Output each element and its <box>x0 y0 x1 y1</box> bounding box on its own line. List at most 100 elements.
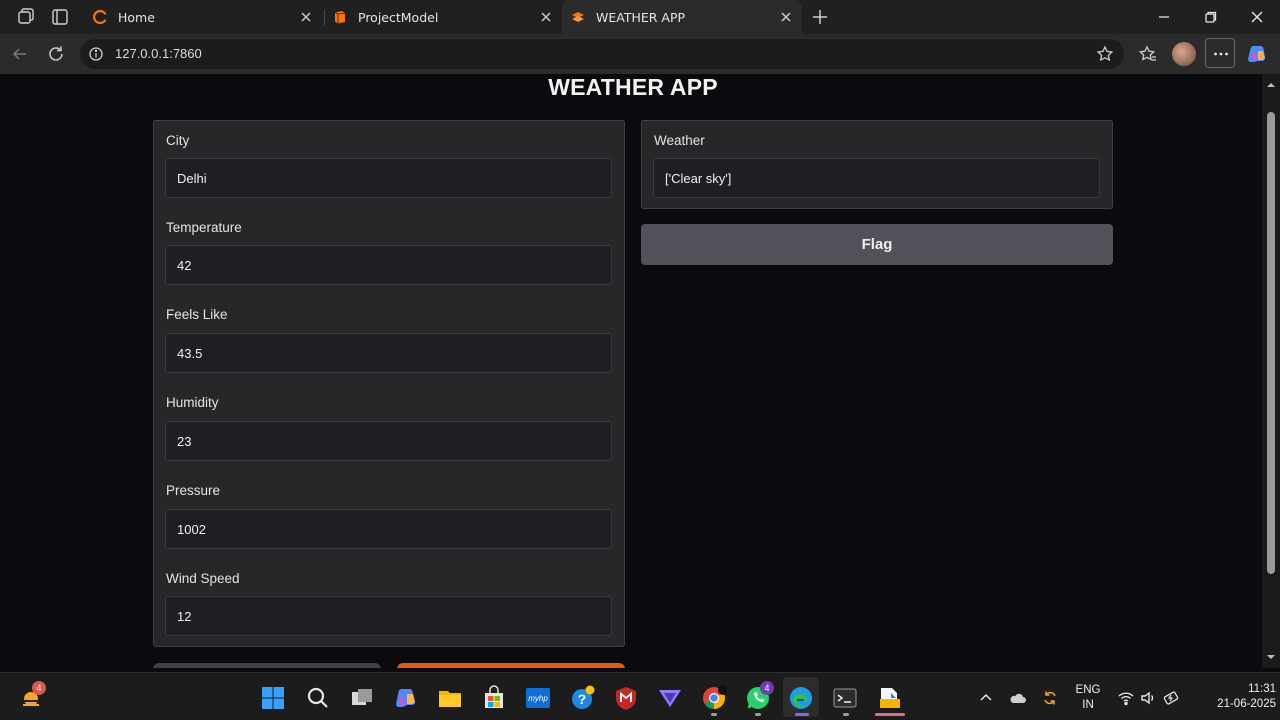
language-indicator[interactable]: ENG IN <box>1070 683 1106 713</box>
scroll-thumb[interactable] <box>1267 112 1275 574</box>
hp-app-icon[interactable]: myhp <box>525 685 551 711</box>
city-label: City <box>166 133 190 148</box>
humidity-value: 23 <box>177 434 192 449</box>
help-icon[interactable]: ? <box>569 685 595 711</box>
tab-home[interactable]: Home <box>86 2 322 32</box>
vertical-tabs-icon[interactable] <box>50 7 70 27</box>
close-window-icon[interactable] <box>1248 8 1266 26</box>
tab-title: WEATHER APP <box>596 9 686 25</box>
profile-avatar[interactable] <box>1172 42 1196 66</box>
weather-label: Weather <box>654 133 705 148</box>
region-code: IN <box>1082 699 1094 711</box>
running-indicator <box>843 713 849 716</box>
tab-weather-app[interactable]: WEATHER APP <box>562 0 802 34</box>
temperature-label: Temperature <box>166 220 242 235</box>
inputs-panel: City Delhi Temperature 42 Feels Like 43.… <box>153 120 625 647</box>
tab-title: ProjectModel <box>358 9 439 25</box>
minimize-icon[interactable] <box>1155 8 1173 26</box>
back-arrow-icon[interactable] <box>10 44 30 64</box>
browser-toolbar: 127.0.0.1:7860 <box>0 34 1280 74</box>
chrome-icon[interactable] <box>701 685 727 711</box>
weather-value: ['Clear sky'] <box>665 171 732 186</box>
city-input[interactable]: Delhi <box>165 158 612 198</box>
site-info-icon[interactable] <box>88 46 104 62</box>
active-indicator <box>795 713 809 716</box>
scroll-up-icon[interactable] <box>1266 80 1276 90</box>
task-view-icon[interactable] <box>349 685 375 711</box>
humidity-input[interactable]: 23 <box>165 421 612 461</box>
language-code: ENG <box>1075 684 1101 696</box>
weather-output[interactable]: ['Clear sky'] <box>653 158 1100 198</box>
wind-speed-label: Wind Speed <box>166 571 240 586</box>
feels-like-label: Feels Like <box>166 307 228 322</box>
battery-charging-icon[interactable] <box>1163 689 1181 707</box>
file-explorer-icon[interactable] <box>437 685 463 711</box>
active-indicator <box>875 713 905 716</box>
edge-icon[interactable] <box>788 685 814 711</box>
refresh-icon[interactable] <box>46 44 66 64</box>
more-dots-icon <box>1214 52 1228 56</box>
wind-speed-input[interactable]: 12 <box>165 596 612 636</box>
favorite-star-icon[interactable] <box>1096 45 1114 63</box>
search-icon[interactable] <box>305 685 331 711</box>
clock-date: 21-06-2025 <box>1217 698 1276 710</box>
copilot-app-icon[interactable] <box>393 685 419 711</box>
restore-icon[interactable] <box>1202 8 1220 26</box>
book-icon <box>334 11 346 24</box>
sync-icon[interactable] <box>1041 689 1059 707</box>
output-panel: Weather ['Clear sky'] <box>641 120 1113 209</box>
submit-button[interactable] <box>397 663 625 668</box>
page-viewport: WEATHER APP City Delhi Temperature 42 Fe… <box>4 74 1262 668</box>
wind-speed-value: 12 <box>177 609 192 624</box>
terminal-icon[interactable] <box>832 685 858 711</box>
pressure-label: Pressure <box>166 483 221 498</box>
tab-projectmodel[interactable]: ProjectModel <box>326 2 562 32</box>
close-icon[interactable] <box>538 9 554 25</box>
svg-text:myhp: myhp <box>528 694 548 703</box>
proton-vpn-icon[interactable] <box>657 685 683 711</box>
whatsapp-badge: 4 <box>760 681 774 695</box>
wifi-icon[interactable] <box>1117 689 1135 707</box>
volume-icon[interactable] <box>1139 689 1157 707</box>
close-icon[interactable] <box>298 9 314 25</box>
chevron-up-icon[interactable] <box>977 689 995 707</box>
tab-title: Home <box>118 9 155 25</box>
browser-tab-strip: Home ProjectModel WEATHER APP <box>0 0 1280 34</box>
tab-separator <box>324 9 325 25</box>
windows-taskbar: 4 myhp ? 4 ENG IN 11:31 21-06-2025 <box>0 672 1280 720</box>
feels-like-input[interactable]: 43.5 <box>165 333 612 373</box>
feels-like-value: 43.5 <box>177 346 203 361</box>
new-tab-icon[interactable] <box>810 7 830 27</box>
url-text: 127.0.0.1:7860 <box>115 46 202 61</box>
gradio-logo-icon <box>93 9 107 25</box>
clock-time: 11:31 <box>1248 683 1276 695</box>
page-title: WEATHER APP <box>548 74 718 100</box>
microsoft-store-icon[interactable] <box>481 685 507 711</box>
widget-badge: 4 <box>32 681 46 695</box>
temperature-value: 42 <box>177 258 192 273</box>
clear-button[interactable] <box>153 663 381 668</box>
humidity-label: Humidity <box>166 395 219 410</box>
city-value: Delhi <box>177 171 207 186</box>
scroll-down-icon[interactable] <box>1266 652 1276 662</box>
svg-text:?: ? <box>578 691 587 707</box>
gradio-logo-icon <box>572 12 584 22</box>
clock[interactable]: 11:31 21-06-2025 <box>1196 682 1276 712</box>
workspaces-icon[interactable] <box>16 7 36 27</box>
mcafee-icon[interactable] <box>613 685 639 711</box>
flag-button[interactable]: Flag <box>641 224 1113 265</box>
address-bar[interactable]: 127.0.0.1:7860 <box>80 39 1124 69</box>
onedrive-icon[interactable] <box>1009 689 1027 707</box>
windows-start-icon[interactable] <box>260 685 286 711</box>
pressure-input[interactable]: 1002 <box>165 509 612 549</box>
running-indicator <box>711 713 717 716</box>
pressure-value: 1002 <box>177 522 206 537</box>
running-indicator <box>755 713 761 716</box>
file-explorer-open-icon[interactable] <box>877 685 903 711</box>
more-menu-button[interactable] <box>1205 38 1235 68</box>
favorites-icon[interactable] <box>1138 44 1158 64</box>
close-icon[interactable] <box>778 9 794 25</box>
copilot-icon[interactable] <box>1246 43 1268 65</box>
page-scrollbar[interactable] <box>1262 74 1280 668</box>
temperature-input[interactable]: 42 <box>165 245 612 285</box>
